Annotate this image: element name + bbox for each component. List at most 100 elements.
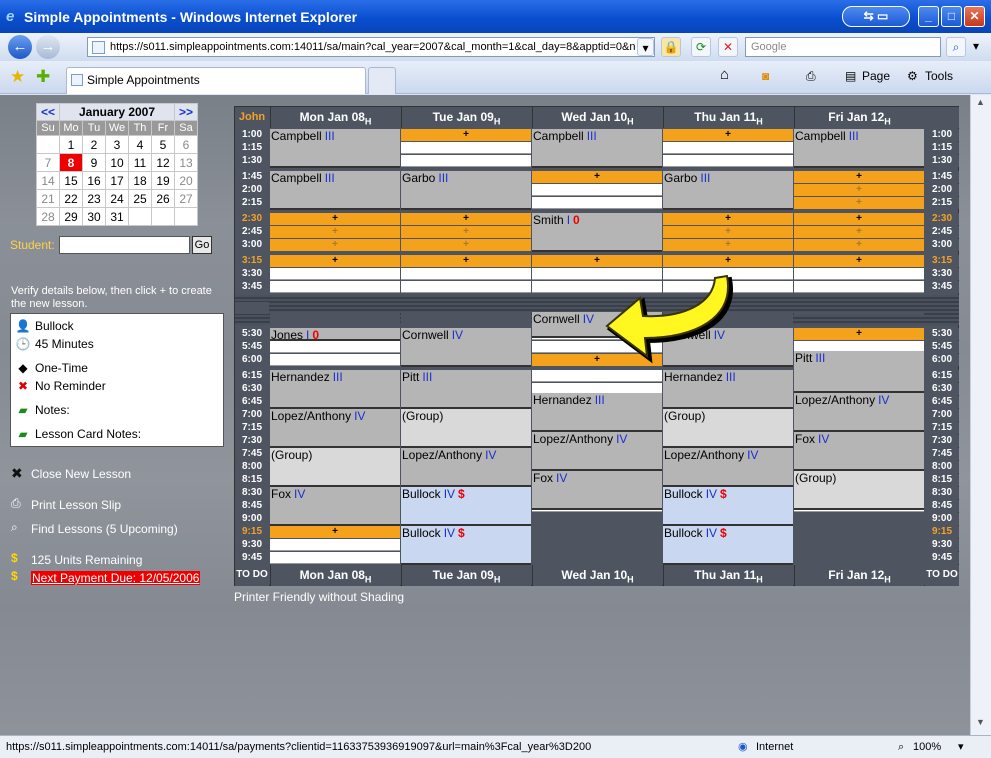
add-lesson-slot[interactable]: +	[794, 239, 924, 251]
lock-icon[interactable]: 🔒	[661, 37, 681, 57]
empty-slot[interactable]	[270, 281, 400, 293]
appointment-block[interactable]: Hernandez III	[532, 393, 662, 432]
scroll-down-arrow[interactable]: ▼	[976, 717, 985, 727]
day-header[interactable]: Thu Jan 11H	[663, 565, 793, 586]
close-new-lesson-link[interactable]: Close New Lesson	[31, 467, 131, 481]
tools-menu[interactable]: Tools	[925, 69, 953, 83]
day-header[interactable]: Mon Jan 08H	[270, 565, 400, 586]
go-button[interactable]: Go	[192, 236, 212, 254]
appointment-block[interactable]: Campbell III	[270, 129, 400, 168]
calendar-day[interactable]: 30	[82, 207, 106, 226]
close-window-button[interactable]: ✕	[964, 6, 985, 27]
calendar-day[interactable]: 20	[174, 171, 198, 190]
calendar-day[interactable]: 6	[174, 135, 198, 154]
print-icon[interactable]: ⎙	[806, 69, 816, 84]
calendar-day[interactable]: 25	[128, 189, 152, 208]
add-favorites-icon[interactable]: ✚	[36, 67, 50, 87]
maximize-button[interactable]: □	[941, 6, 962, 27]
print-lesson-slip-link[interactable]: Print Lesson Slip	[31, 498, 121, 512]
favorites-star-icon[interactable]: ★	[10, 67, 25, 87]
add-lesson-slot[interactable]: +	[401, 213, 531, 225]
calendar-day[interactable]: 27	[174, 189, 198, 208]
appointment-block[interactable]: (Group)	[270, 448, 400, 487]
add-lesson-slot[interactable]: +	[663, 239, 793, 251]
empty-slot[interactable]	[401, 268, 531, 280]
forward-button[interactable]: →	[36, 35, 60, 59]
day-header[interactable]: Fri Jan 12H	[794, 565, 924, 586]
empty-slot[interactable]	[532, 370, 662, 382]
home-icon[interactable]: ⌂	[720, 66, 729, 83]
appointment-block[interactable]: Campbell III	[270, 171, 400, 210]
print-icon[interactable]: ⎙	[11, 496, 21, 511]
add-lesson-slot[interactable]: +	[794, 171, 924, 183]
appointment-block[interactable]: Campbell III	[532, 129, 662, 168]
calendar-day[interactable]: 5	[151, 135, 175, 154]
page-menu[interactable]: Page	[862, 69, 890, 83]
appointment-block[interactable]: Bullock IV $	[401, 487, 531, 526]
summary-notes[interactable]: Notes:	[35, 403, 70, 417]
zoom-dropdown-icon[interactable]: ▾	[958, 737, 964, 757]
calendar-day[interactable]: 17	[105, 171, 129, 190]
appointment-block[interactable]: Hernandez III	[663, 370, 793, 409]
next-payment-link[interactable]: Next Payment Due: 12/05/2006	[31, 571, 201, 585]
add-lesson-slot[interactable]: +	[794, 328, 924, 340]
appointment-block[interactable]: Fox IV	[532, 471, 662, 510]
day-header[interactable]: Tue Jan 09H	[401, 107, 531, 128]
calendar-day[interactable]: 23	[82, 189, 106, 208]
calendar-day[interactable]: 16	[82, 171, 106, 190]
search-options-icon[interactable]: ▾	[968, 37, 984, 57]
next-month-link[interactable]: >>	[174, 103, 198, 121]
empty-slot[interactable]	[532, 197, 662, 209]
empty-slot[interactable]	[270, 341, 400, 353]
appointment-block[interactable]: Lopez/Anthony IV	[663, 448, 793, 487]
appointment-block[interactable]: Garbo III	[401, 171, 531, 210]
calendar-day[interactable]: 28	[36, 207, 60, 226]
add-lesson-slot[interactable]: +	[532, 255, 662, 267]
tab-simple-appointments[interactable]: Simple Appointments	[66, 67, 366, 94]
add-lesson-slot[interactable]: +	[270, 213, 400, 225]
calendar-day[interactable]: 1	[59, 135, 83, 154]
add-lesson-slot[interactable]: +	[270, 226, 400, 238]
empty-slot[interactable]	[532, 184, 662, 196]
appointment-block[interactable]: Lopez/Anthony IV	[270, 409, 400, 448]
address-dropdown-button[interactable]: ▾	[637, 38, 654, 56]
calendar-day[interactable]: 12	[151, 153, 175, 172]
day-header[interactable]: Thu Jan 11H	[663, 107, 793, 128]
add-lesson-slot[interactable]: +	[401, 255, 531, 267]
appointment-block[interactable]: Pitt III	[401, 370, 531, 409]
add-lesson-slot[interactable]: +	[794, 213, 924, 225]
empty-slot[interactable]	[270, 539, 400, 551]
minimize-button[interactable]: _	[918, 6, 939, 27]
magnifier-icon[interactable]: ⌕	[11, 520, 18, 535]
appointment-block[interactable]: Jones I 0	[270, 328, 400, 341]
empty-slot[interactable]	[401, 281, 531, 293]
appointment-block[interactable]: Fox IV	[270, 487, 400, 526]
calendar-day[interactable]: 13	[174, 153, 198, 172]
add-lesson-slot[interactable]: +	[794, 184, 924, 196]
appointment-block[interactable]: CornwellIV	[401, 328, 531, 367]
appointment-block[interactable]: Bullock IV $	[663, 526, 793, 565]
calendar-day[interactable]: 26	[151, 189, 175, 208]
feeds-icon[interactable]: ◙	[762, 69, 769, 83]
add-lesson-slot[interactable]: +	[401, 226, 531, 238]
card-notes-icon[interactable]: ▰	[15, 425, 31, 443]
empty-slot[interactable]	[270, 552, 400, 564]
search-input[interactable]: Google	[745, 37, 941, 57]
vertical-scrollbar[interactable]: ▲ ▼	[970, 95, 991, 735]
add-lesson-slot[interactable]: +	[663, 213, 793, 225]
new-tab-button[interactable]	[368, 67, 396, 94]
add-lesson-slot[interactable]: +	[270, 239, 400, 251]
calendar-day[interactable]: 22	[59, 189, 83, 208]
add-lesson-slot[interactable]: +	[794, 197, 924, 209]
notes-icon[interactable]: ▰	[15, 401, 31, 419]
empty-slot[interactable]	[663, 155, 793, 167]
add-lesson-slot[interactable]: +	[401, 239, 531, 251]
calendar-day[interactable]: 29	[59, 207, 83, 226]
appointment-block[interactable]: (Group)	[794, 471, 924, 510]
stop-icon[interactable]: ✕	[718, 37, 738, 57]
day-header[interactable]: Wed Jan 10H	[532, 565, 662, 586]
add-lesson-slot[interactable]: +	[794, 226, 924, 238]
printer-friendly-link[interactable]: Printer Friendly without Shading	[234, 590, 404, 604]
appointment-block[interactable]: Smith I 0	[532, 213, 662, 252]
back-button[interactable]: ←	[8, 35, 32, 59]
